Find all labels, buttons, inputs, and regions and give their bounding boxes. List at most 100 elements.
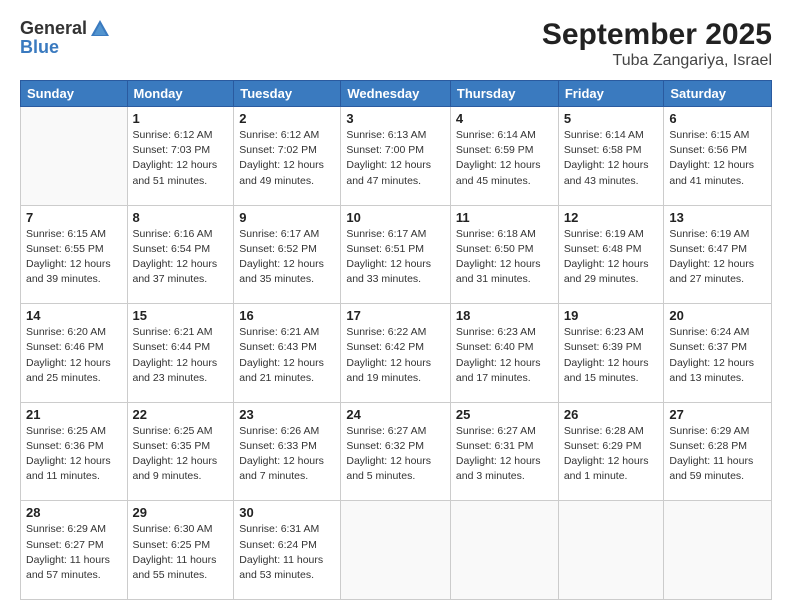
day-info: Sunrise: 6:20 AM Sunset: 6:46 PM Dayligh… [26,325,122,386]
day-info: Sunrise: 6:14 AM Sunset: 6:59 PM Dayligh… [456,128,553,189]
calendar-cell: 11 Sunrise: 6:18 AM Sunset: 6:50 PM Dayli… [450,205,558,304]
calendar-cell: 25 Sunrise: 6:27 AM Sunset: 6:31 PM Dayli… [450,402,558,501]
header-saturday: Saturday [664,81,772,107]
month-year-title: September 2025 [542,18,772,52]
header-monday: Monday [127,81,234,107]
calendar-header-row: Sunday Monday Tuesday Wednesday Thursday… [21,81,772,107]
day-number: 5 [564,111,659,126]
day-number: 24 [346,407,445,422]
calendar-cell [664,501,772,600]
day-number: 2 [239,111,335,126]
day-info: Sunrise: 6:26 AM Sunset: 6:33 PM Dayligh… [239,424,335,485]
logo-icon [89,18,111,40]
page: General Blue September 2025 Tuba Zangari… [0,0,792,612]
day-info: Sunrise: 6:27 AM Sunset: 6:31 PM Dayligh… [456,424,553,485]
calendar-cell: 14 Sunrise: 6:20 AM Sunset: 6:46 PM Dayli… [21,304,128,403]
calendar-cell: 7 Sunrise: 6:15 AM Sunset: 6:55 PM Daylig… [21,205,128,304]
calendar-cell: 15Sunrise: 6:21 AM Sunset: 6:44 PM Dayli… [127,304,234,403]
calendar-cell: 20 Sunrise: 6:24 AM Sunset: 6:37 PM Dayli… [664,304,772,403]
calendar-cell: 27Sunrise: 6:29 AM Sunset: 6:28 PM Dayli… [664,402,772,501]
day-info: Sunrise: 6:16 AM Sunset: 6:54 PM Dayligh… [133,227,229,288]
calendar-cell: 17Sunrise: 6:22 AM Sunset: 6:42 PM Dayli… [341,304,451,403]
day-info: Sunrise: 6:14 AM Sunset: 6:58 PM Dayligh… [564,128,659,189]
day-info: Sunrise: 6:17 AM Sunset: 6:51 PM Dayligh… [346,227,445,288]
week-row-4: 21Sunrise: 6:25 AM Sunset: 6:36 PM Dayli… [21,402,772,501]
logo: General Blue [20,18,111,58]
day-number: 20 [669,308,766,323]
calendar-cell: 26 Sunrise: 6:28 AM Sunset: 6:29 PM Dayli… [558,402,664,501]
day-info: Sunrise: 6:31 AM Sunset: 6:24 PM Dayligh… [239,522,335,583]
day-number: 12 [564,210,659,225]
day-number: 26 [564,407,659,422]
calendar-cell: 1 Sunrise: 6:12 AM Sunset: 7:03 PM Daylig… [127,107,234,206]
calendar-cell: 2 Sunrise: 6:12 AM Sunset: 7:02 PM Daylig… [234,107,341,206]
calendar-table: Sunday Monday Tuesday Wednesday Thursday… [20,80,772,600]
calendar-cell: 12Sunrise: 6:19 AM Sunset: 6:48 PM Dayli… [558,205,664,304]
calendar-cell [558,501,664,600]
day-info: Sunrise: 6:15 AM Sunset: 6:55 PM Dayligh… [26,227,122,288]
day-number: 16 [239,308,335,323]
day-number: 18 [456,308,553,323]
calendar-cell [21,107,128,206]
day-number: 10 [346,210,445,225]
header-sunday: Sunday [21,81,128,107]
day-info: Sunrise: 6:25 AM Sunset: 6:36 PM Dayligh… [26,424,122,485]
day-info: Sunrise: 6:18 AM Sunset: 6:50 PM Dayligh… [456,227,553,288]
header-tuesday: Tuesday [234,81,341,107]
day-info: Sunrise: 6:29 AM Sunset: 6:28 PM Dayligh… [669,424,766,485]
calendar-cell: 6Sunrise: 6:15 AM Sunset: 6:56 PM Daylig… [664,107,772,206]
day-number: 7 [26,210,122,225]
day-info: Sunrise: 6:21 AM Sunset: 6:43 PM Dayligh… [239,325,335,386]
header-friday: Friday [558,81,664,107]
day-info: Sunrise: 6:23 AM Sunset: 6:39 PM Dayligh… [564,325,659,386]
header-thursday: Thursday [450,81,558,107]
calendar-cell: 9 Sunrise: 6:17 AM Sunset: 6:52 PM Daylig… [234,205,341,304]
calendar-cell [450,501,558,600]
day-info: Sunrise: 6:12 AM Sunset: 7:02 PM Dayligh… [239,128,335,189]
calendar-cell: 10 Sunrise: 6:17 AM Sunset: 6:51 PM Dayli… [341,205,451,304]
day-number: 29 [133,505,229,520]
day-number: 23 [239,407,335,422]
day-info: Sunrise: 6:27 AM Sunset: 6:32 PM Dayligh… [346,424,445,485]
day-number: 19 [564,308,659,323]
calendar-cell: 13 Sunrise: 6:19 AM Sunset: 6:47 PM Dayli… [664,205,772,304]
calendar-cell: 8Sunrise: 6:16 AM Sunset: 6:54 PM Daylig… [127,205,234,304]
day-info: Sunrise: 6:29 AM Sunset: 6:27 PM Dayligh… [26,522,122,583]
day-number: 14 [26,308,122,323]
day-info: Sunrise: 6:24 AM Sunset: 6:37 PM Dayligh… [669,325,766,386]
day-number: 15 [133,308,229,323]
calendar-cell: 4Sunrise: 6:14 AM Sunset: 6:59 PM Daylig… [450,107,558,206]
day-info: Sunrise: 6:23 AM Sunset: 6:40 PM Dayligh… [456,325,553,386]
day-info: Sunrise: 6:22 AM Sunset: 6:42 PM Dayligh… [346,325,445,386]
day-info: Sunrise: 6:30 AM Sunset: 6:25 PM Dayligh… [133,522,229,583]
day-info: Sunrise: 6:19 AM Sunset: 6:47 PM Dayligh… [669,227,766,288]
header-wednesday: Wednesday [341,81,451,107]
day-number: 11 [456,210,553,225]
title-block: September 2025 Tuba Zangariya, Israel [542,18,772,70]
calendar-cell: 21Sunrise: 6:25 AM Sunset: 6:36 PM Dayli… [21,402,128,501]
calendar-cell: 19 Sunrise: 6:23 AM Sunset: 6:39 PM Dayli… [558,304,664,403]
day-info: Sunrise: 6:13 AM Sunset: 7:00 PM Dayligh… [346,128,445,189]
calendar-cell: 28 Sunrise: 6:29 AM Sunset: 6:27 PM Dayli… [21,501,128,600]
day-number: 30 [239,505,335,520]
day-info: Sunrise: 6:17 AM Sunset: 6:52 PM Dayligh… [239,227,335,288]
day-number: 28 [26,505,122,520]
calendar-cell: 23 Sunrise: 6:26 AM Sunset: 6:33 PM Dayli… [234,402,341,501]
calendar-cell [341,501,451,600]
day-number: 25 [456,407,553,422]
day-info: Sunrise: 6:12 AM Sunset: 7:03 PM Dayligh… [133,128,229,189]
day-number: 22 [133,407,229,422]
day-info: Sunrise: 6:25 AM Sunset: 6:35 PM Dayligh… [133,424,229,485]
day-number: 3 [346,111,445,126]
location-subtitle: Tuba Zangariya, Israel [542,52,772,70]
calendar-cell: 29 Sunrise: 6:30 AM Sunset: 6:25 PM Dayli… [127,501,234,600]
calendar-cell: 5 Sunrise: 6:14 AM Sunset: 6:58 PM Daylig… [558,107,664,206]
day-number: 13 [669,210,766,225]
calendar-cell: 3 Sunrise: 6:13 AM Sunset: 7:00 PM Daylig… [341,107,451,206]
calendar-cell: 22 Sunrise: 6:25 AM Sunset: 6:35 PM Dayli… [127,402,234,501]
calendar-cell: 16 Sunrise: 6:21 AM Sunset: 6:43 PM Dayli… [234,304,341,403]
day-info: Sunrise: 6:28 AM Sunset: 6:29 PM Dayligh… [564,424,659,485]
day-number: 9 [239,210,335,225]
day-number: 1 [133,111,229,126]
calendar-cell: 30 Sunrise: 6:31 AM Sunset: 6:24 PM Dayli… [234,501,341,600]
